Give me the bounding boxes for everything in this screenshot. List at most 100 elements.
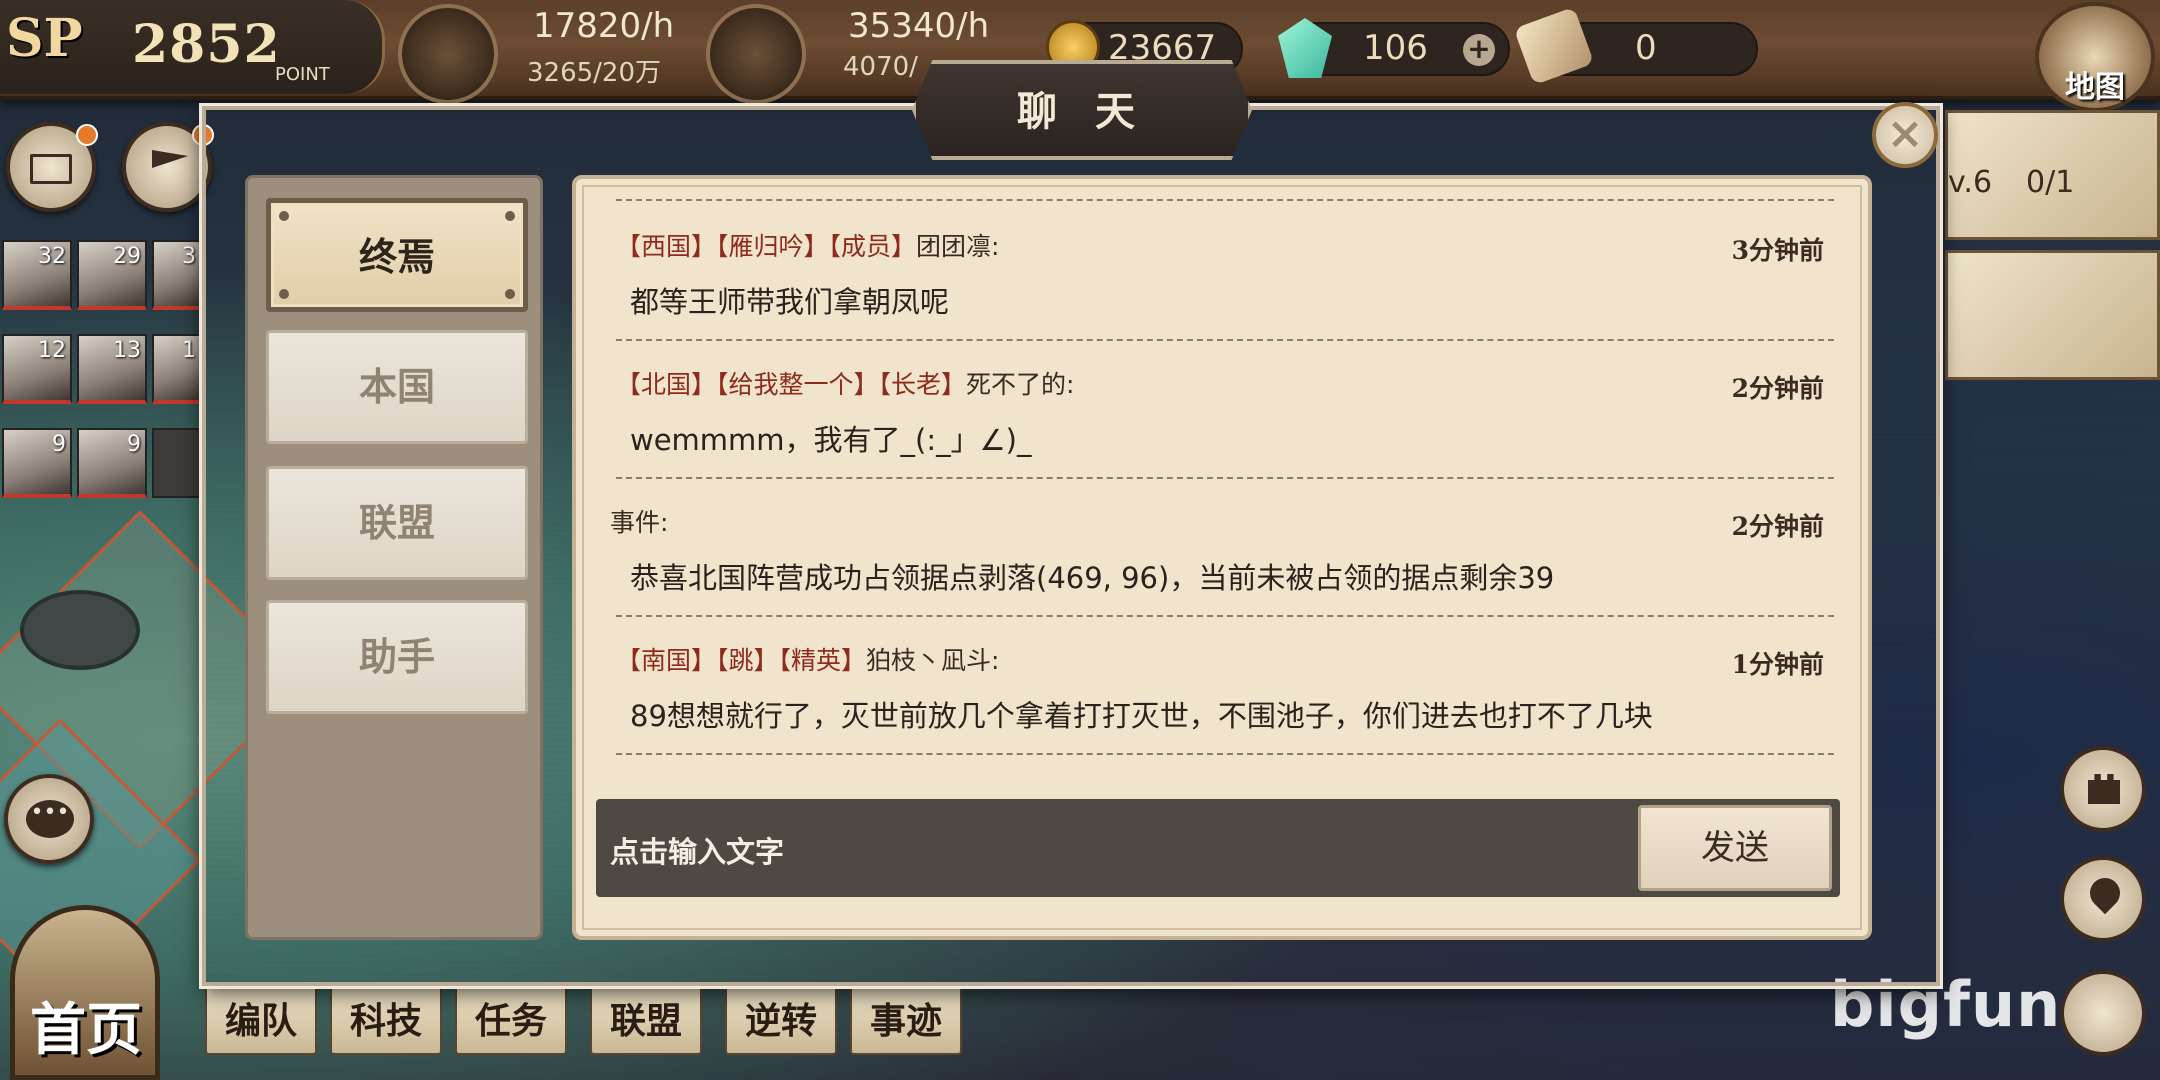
hero-portrait[interactable]: 13 — [77, 334, 147, 404]
rivet-icon — [279, 289, 289, 299]
channel-tabs: 终焉 本国 联盟 助手 — [245, 175, 543, 940]
tab-alliance[interactable]: 联盟 — [266, 466, 528, 580]
castle-icon — [2088, 774, 2120, 804]
tab-label: 本国 — [358, 364, 435, 409]
hero-level: 9 — [127, 432, 141, 457]
scroll-value: 0 — [1635, 28, 1657, 68]
hero-level: 12 — [38, 338, 66, 363]
message-body: 都等王师带我们拿朝凤呢 — [630, 285, 950, 319]
hero-portrait[interactable]: 1 — [152, 334, 202, 404]
sp-unit: POINT — [275, 64, 330, 85]
message-tags: 【西国】【雁归吟】【成员】 — [616, 232, 917, 261]
home-button[interactable]: 首页 — [30, 985, 142, 1066]
hero-portrait[interactable]: 32 — [2, 240, 72, 310]
message-time: 3分钟前 — [1731, 236, 1824, 265]
hero-portrait[interactable]: 9 — [2, 428, 72, 498]
hero-level: 1 — [182, 338, 196, 363]
message-sender: 团团凛: — [916, 232, 1000, 261]
resource1-rate: 17820/h — [533, 6, 675, 46]
map-label: 地图 — [2065, 70, 2125, 105]
tab-label: 终焉 — [358, 234, 435, 279]
chat-input[interactable]: 点击输入文字 发送 — [596, 799, 1840, 897]
add-gems-button[interactable]: + — [1463, 34, 1495, 66]
sp-panel[interactable]: SP 2852 POINT — [0, 0, 385, 94]
message-sender: 事件: — [610, 508, 669, 537]
message-time: 1分钟前 — [1731, 650, 1824, 679]
tab-label: 助手 — [358, 634, 435, 679]
sp-label: SP — [6, 8, 83, 69]
message-header: 【南国】【跳】【精英】狛枝丶凪斗: — [616, 641, 999, 677]
message-divider — [616, 199, 1834, 201]
chat-input-placeholder: 点击输入文字 — [610, 835, 785, 869]
message-header: 事件: — [610, 503, 668, 539]
chat-message[interactable]: 【南国】【跳】【精英】狛枝丶凪斗: 1分钟前 89想想就行了，灭世前放几个拿着打… — [616, 617, 1834, 755]
chat-bubble-icon: ••• — [26, 800, 74, 838]
quest-panel[interactable]: v.6 0/1 — [1945, 110, 2160, 240]
castle-button[interactable] — [2060, 746, 2146, 832]
empty-hero-slot[interactable] — [152, 428, 202, 498]
message-header: 【北国】【给我整一个】【长老】死不了的: — [616, 365, 1074, 401]
flag-icon — [152, 150, 188, 168]
message-tags: 【南国】【跳】【精英】 — [616, 646, 867, 675]
quest-level: v.6 — [1948, 165, 1993, 200]
tab-label: 联盟 — [358, 500, 435, 545]
dialog-title: 聊 天 — [912, 60, 1252, 160]
hero-portrait[interactable]: 9 — [77, 428, 147, 498]
message-tags: 【北国】【给我整一个】【长老】 — [616, 370, 967, 399]
location-button[interactable] — [2060, 856, 2146, 942]
chat-message[interactable]: 【西国】【雁归吟】【成员】团团凛: 3分钟前 都等王师带我们拿朝凤呢 — [616, 203, 1834, 341]
message-header: 【西国】【雁归吟】【成员】团团凛: — [616, 227, 999, 263]
stone-icon[interactable] — [706, 4, 806, 104]
tab-country[interactable]: 本国 — [266, 330, 528, 444]
chat-message[interactable]: 事件: 2分钟前 恭喜北国阵营成功占领据点剥落(469, 96)，当前未被占领的… — [610, 479, 1834, 617]
mail-button[interactable] — [6, 122, 98, 212]
game-screen: SP 2852 POINT 17820/h 3265/20万 35340/h 4… — [0, 0, 2160, 1080]
location-pin-icon — [2083, 871, 2127, 915]
quest-progress: 0/1 — [2026, 165, 2075, 200]
close-icon[interactable]: × — [1872, 102, 1938, 168]
hero-portrait[interactable]: 3 — [152, 240, 202, 310]
rivet-icon — [505, 211, 515, 221]
map-ruin — [20, 590, 140, 670]
notification-dot — [76, 124, 98, 146]
nav-formation[interactable]: 编队 — [205, 985, 317, 1055]
rivet-icon — [505, 289, 515, 299]
tab-zhongyan[interactable]: 终焉 — [266, 198, 528, 312]
hero-level: 3 — [182, 244, 196, 269]
gem-value: 106 — [1363, 28, 1428, 68]
mail-icon — [30, 154, 72, 184]
hero-level: 9 — [52, 432, 66, 457]
resource2-rate: 35340/h — [848, 6, 990, 46]
hero-level: 29 — [113, 244, 141, 269]
map-button[interactable]: 地图 — [2035, 2, 2155, 112]
hero-portrait[interactable]: 12 — [2, 334, 72, 404]
nav-tasks[interactable]: 任务 — [455, 985, 567, 1055]
sp-value: 2852 — [132, 14, 281, 75]
rivet-icon — [279, 211, 289, 221]
resource1-capacity: 3265/20万 — [527, 58, 662, 88]
hero-level: 13 — [113, 338, 141, 363]
chat-button[interactable]: ••• — [4, 774, 94, 864]
message-sender: 狛枝丶凪斗: — [866, 646, 1000, 675]
hero-level: 32 — [38, 244, 66, 269]
nav-deeds[interactable]: 事迹 — [850, 985, 962, 1055]
nav-alliance[interactable]: 联盟 — [590, 985, 702, 1055]
lotus-icon[interactable] — [398, 4, 498, 104]
chat-messages-panel: 【西国】【雁归吟】【成员】团团凛: 3分钟前 都等王师带我们拿朝凤呢 【北国】【… — [572, 175, 1872, 940]
chat-message[interactable]: 【北国】【给我整一个】【长老】死不了的: 2分钟前 wemmmm，我有了_(:_… — [616, 341, 1834, 479]
hero-portrait[interactable]: 29 — [77, 240, 147, 310]
message-body: 恭喜北国阵营成功占领据点剥落(469, 96)，当前未被占领的据点剩余39 — [630, 561, 1555, 595]
send-button[interactable]: 发送 — [1638, 805, 1832, 891]
resource2-capacity: 4070/ — [843, 52, 918, 82]
menu-button[interactable] — [2060, 970, 2146, 1056]
message-time: 2分钟前 — [1731, 374, 1824, 403]
quest-panel-2[interactable] — [1945, 250, 2160, 380]
message-body: wemmmm，我有了_(:_」∠)_ — [630, 423, 1032, 457]
nav-reversal[interactable]: 逆转 — [725, 985, 837, 1055]
message-body: 89想想就行了，灭世前放几个拿着打打灭世，不围池子，你们进去也打不了几块 — [630, 699, 1653, 733]
message-time: 2分钟前 — [1731, 512, 1824, 541]
message-sender: 死不了的: — [966, 370, 1075, 399]
nav-tech[interactable]: 科技 — [330, 985, 442, 1055]
tab-assistant[interactable]: 助手 — [266, 600, 528, 714]
flag-button[interactable] — [122, 122, 214, 212]
